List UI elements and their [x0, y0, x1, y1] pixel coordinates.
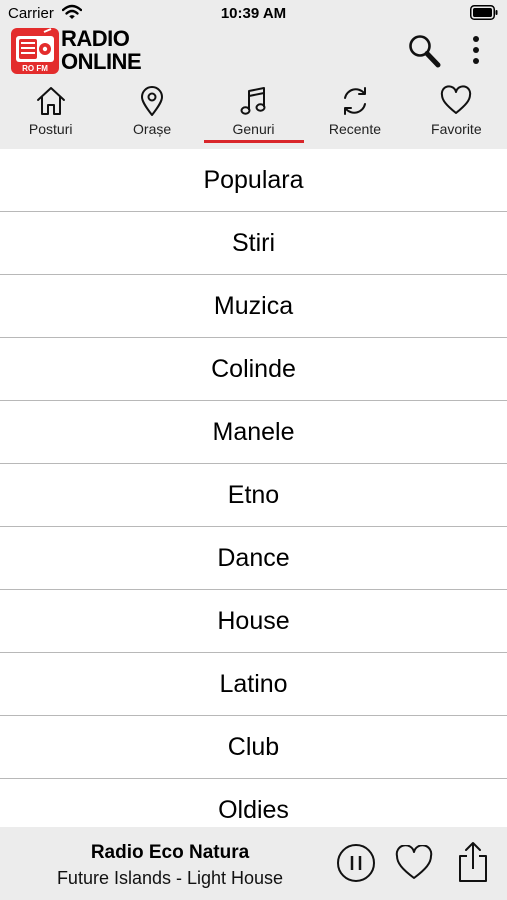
- now-playing-track: Future Islands - Light House: [56, 868, 284, 888]
- battery-icon: [470, 5, 498, 20]
- tab-recente[interactable]: Recente: [304, 82, 405, 149]
- status-time: 10:39 AM: [220, 5, 287, 22]
- genre-list-item[interactable]: Oldies: [0, 779, 507, 827]
- pause-icon[interactable]: [336, 843, 376, 883]
- app-header: RO FM RADIO ONLINE: [0, 26, 507, 80]
- tab-label: Favorite: [431, 121, 482, 137]
- tab-favorite[interactable]: Favorite: [406, 82, 507, 149]
- genre-list-item[interactable]: Dance: [0, 527, 507, 590]
- now-playing-bar[interactable]: Radio Eco Natura Future Islands - Light …: [0, 827, 507, 900]
- genre-list-item[interactable]: Muzica: [0, 275, 507, 338]
- logo-line-2: ONLINE: [61, 49, 142, 74]
- app-logo-text: RADIO ONLINE: [61, 26, 142, 74]
- genre-list-item[interactable]: Etno: [0, 464, 507, 527]
- logo-line-1: RADIO: [61, 26, 130, 51]
- tab-bar: Posturi Orașe Genuri Recente Favorite: [0, 82, 507, 149]
- location-pin-icon: [141, 86, 164, 116]
- status-bar: Carrier 10:39 AM: [0, 0, 507, 28]
- home-icon: [36, 87, 65, 115]
- search-icon[interactable]: [407, 33, 441, 69]
- genre-list-item[interactable]: Stiri: [0, 212, 507, 275]
- refresh-icon: [343, 87, 366, 115]
- favorite-heart-icon[interactable]: [395, 845, 433, 881]
- logo-badge-text: RO FM: [22, 64, 48, 73]
- tab-label: Genuri: [232, 121, 275, 137]
- music-note-icon: [240, 87, 266, 115]
- tab-label: Posturi: [28, 121, 73, 137]
- tab-orase[interactable]: Orașe: [101, 82, 202, 149]
- genre-list-item[interactable]: Club: [0, 716, 507, 779]
- genre-list[interactable]: Populara Stiri Muzica Colinde Manele Etn…: [0, 149, 507, 827]
- tab-label: Orașe: [133, 121, 172, 137]
- genre-list-item[interactable]: Populara: [0, 149, 507, 212]
- genre-list-item[interactable]: Manele: [0, 401, 507, 464]
- now-playing-station: Radio Eco Natura: [90, 842, 250, 863]
- genre-list-item[interactable]: Latino: [0, 653, 507, 716]
- genre-list-item[interactable]: Colinde: [0, 338, 507, 401]
- tab-label: Recente: [328, 121, 381, 137]
- genre-list-item[interactable]: House: [0, 590, 507, 653]
- more-options-icon[interactable]: [466, 34, 486, 66]
- tab-genuri[interactable]: Genuri: [203, 82, 304, 149]
- radio-logo-icon: RO FM: [11, 28, 59, 74]
- share-icon[interactable]: [455, 840, 491, 884]
- tab-posturi[interactable]: Posturi: [0, 82, 101, 149]
- heart-icon: [441, 85, 472, 114]
- top-bar: Carrier 10:39 AM RO FM RADIO ONLINE Post…: [0, 0, 507, 149]
- active-tab-indicator: [204, 140, 304, 143]
